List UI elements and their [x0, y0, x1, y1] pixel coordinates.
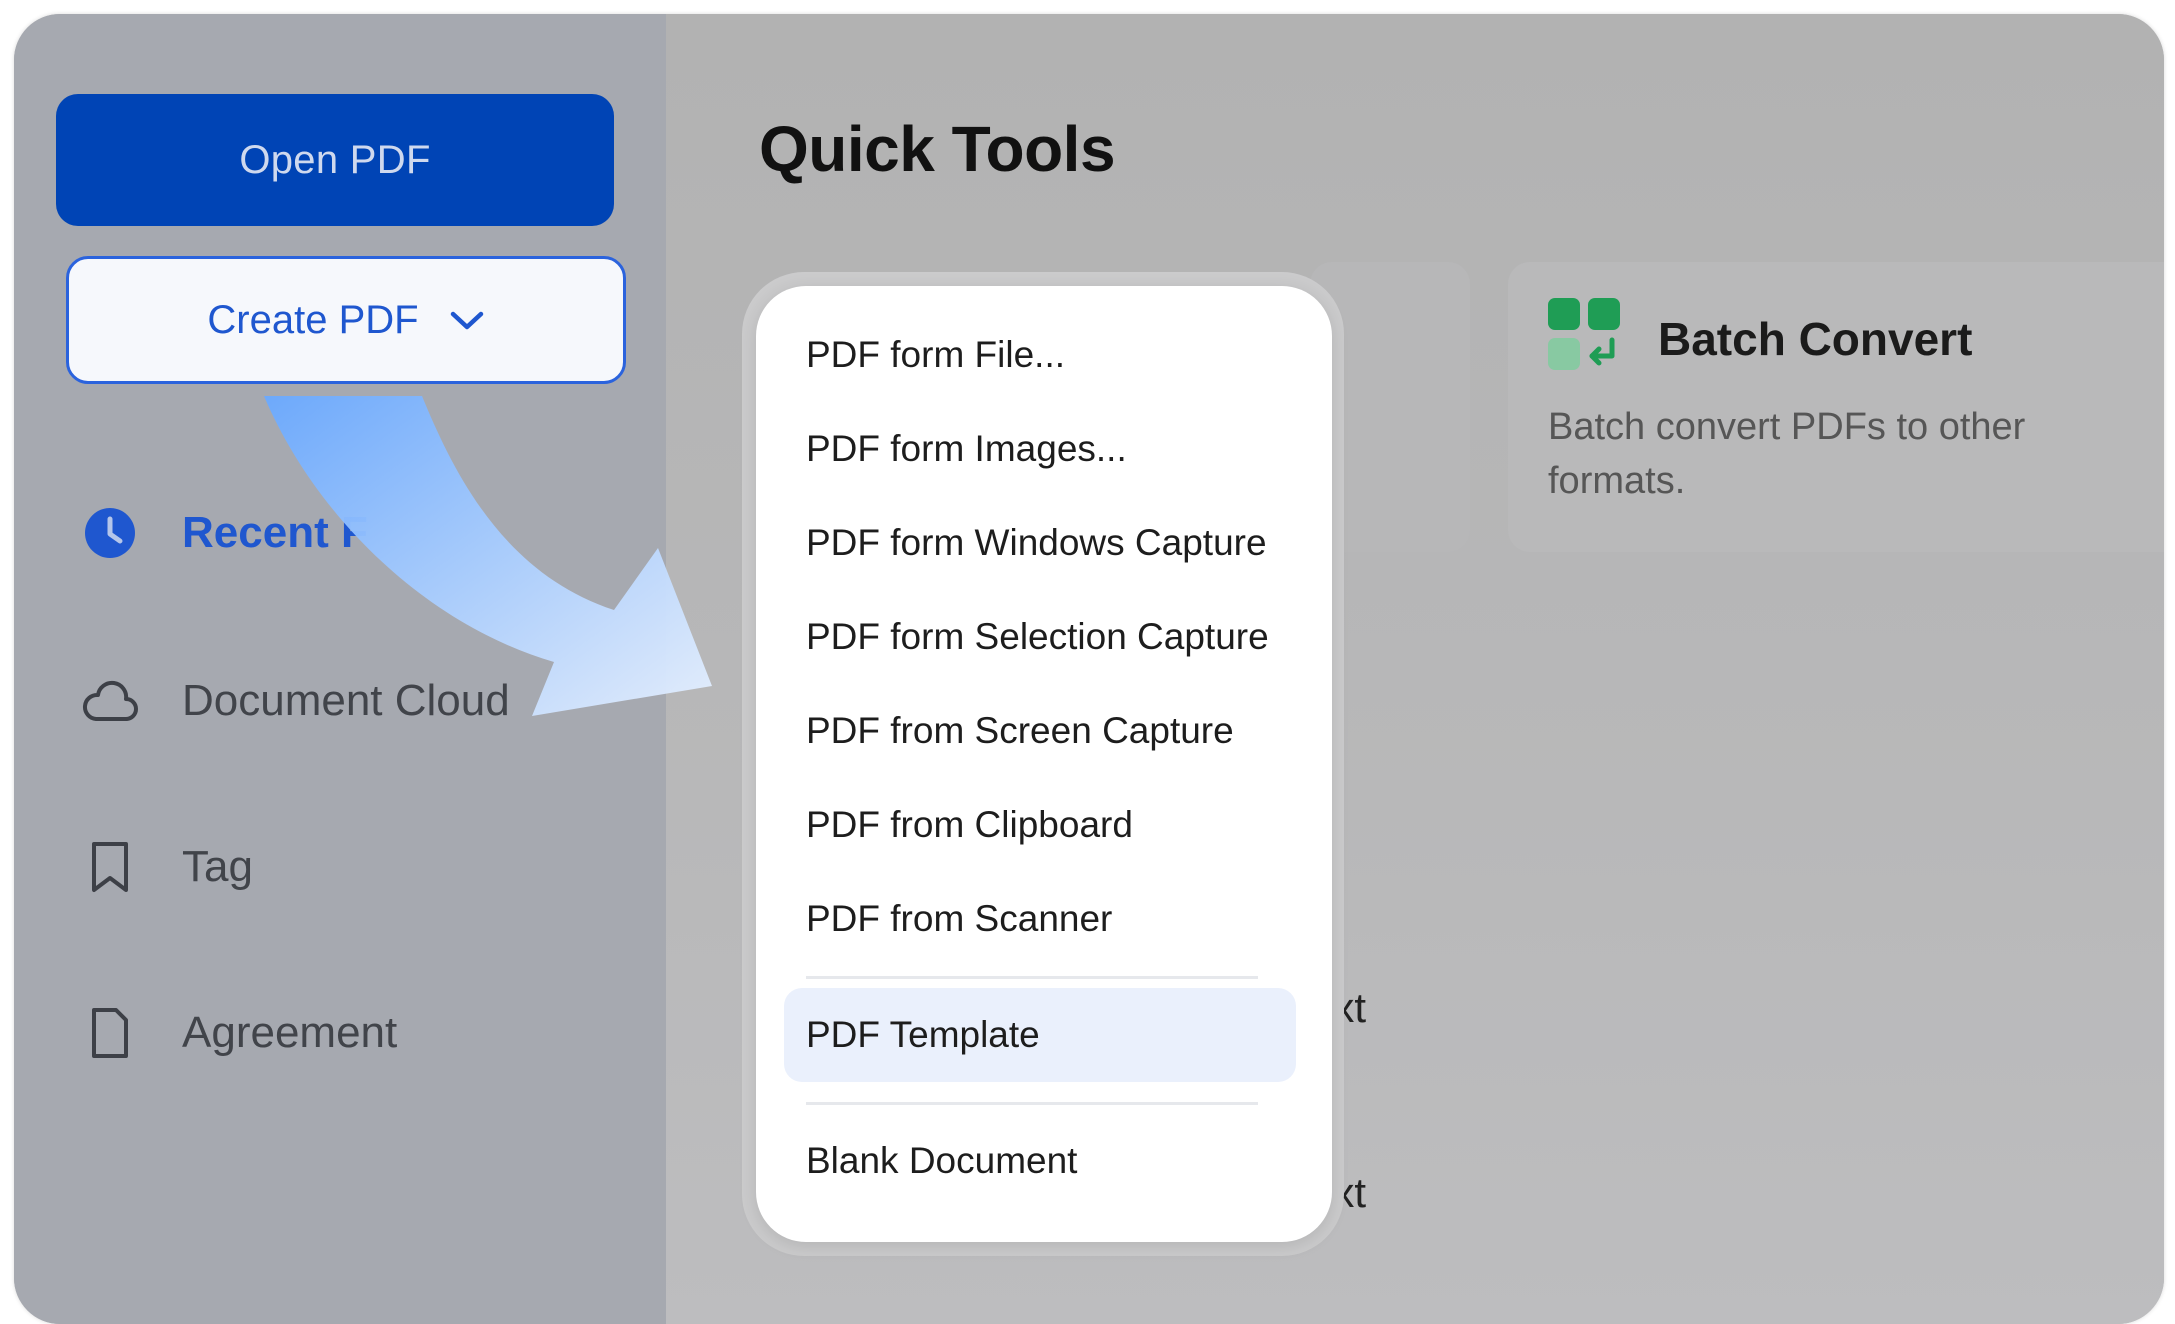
- create-pdf-button[interactable]: Create PDF: [66, 256, 626, 384]
- open-pdf-label: Open PDF: [239, 137, 431, 182]
- menu-item-pdf-from-windows-capture[interactable]: PDF form Windows Capture: [806, 518, 1267, 568]
- menu-item-pdf-from-clipboard[interactable]: PDF from Clipboard: [806, 800, 1133, 850]
- cloud-icon: [82, 673, 138, 729]
- menu-item-blank-document[interactable]: Blank Document: [806, 1136, 1077, 1186]
- batch-convert-description: Batch convert PDFs to other formats.: [1548, 406, 2026, 502]
- sidebar-item-label: Document Cloud: [182, 676, 510, 725]
- create-pdf-label: Create PDF: [207, 297, 419, 342]
- batch-convert-card[interactable]: Batch Convert Batch convert PDFs to othe…: [1508, 262, 2164, 552]
- batch-convert-title: Batch Convert: [1658, 313, 1973, 365]
- menu-item-pdf-from-file[interactable]: PDF form File...: [806, 330, 1065, 380]
- app-window: Open PDF Create PDF Recent F Document Cl…: [14, 14, 2164, 1324]
- menu-item-pdf-from-screen-capture[interactable]: PDF from Screen Capture: [806, 706, 1234, 756]
- bookmark-icon: [82, 839, 138, 895]
- menu-divider: [806, 1102, 1258, 1105]
- chevron-down-icon: [450, 311, 483, 330]
- sidebar-item-tag[interactable]: Tag: [82, 832, 253, 902]
- menu-item-pdf-from-scanner[interactable]: PDF from Scanner: [806, 894, 1112, 944]
- sidebar-item-document-cloud[interactable]: Document Cloud: [82, 666, 510, 736]
- menu-item-pdf-from-selection-capture[interactable]: PDF form Selection Capture: [806, 612, 1269, 662]
- sidebar-item-label: Agreement: [182, 1008, 398, 1057]
- sidebar-item-label: Tag: [182, 842, 253, 891]
- batch-convert-icon: [1548, 298, 1620, 370]
- open-pdf-button[interactable]: Open PDF: [56, 94, 614, 226]
- sidebar-item-agreement[interactable]: Agreement: [82, 998, 397, 1068]
- sidebar: Open PDF Create PDF Recent F Document Cl…: [14, 14, 666, 1324]
- document-icon: [82, 1005, 138, 1061]
- clock-icon: [82, 505, 138, 561]
- menu-item-pdf-from-images[interactable]: PDF form Images...: [806, 424, 1127, 474]
- menu-item-pdf-template[interactable]: PDF Template: [806, 1010, 1040, 1060]
- menu-divider: [806, 976, 1258, 979]
- page-title: Quick Tools: [759, 113, 1116, 185]
- sidebar-item-label: Recent F: [182, 508, 368, 557]
- sidebar-item-recent[interactable]: Recent F: [82, 498, 368, 568]
- create-pdf-dropdown-menu: PDF form File... PDF form Images... PDF …: [756, 286, 1332, 1242]
